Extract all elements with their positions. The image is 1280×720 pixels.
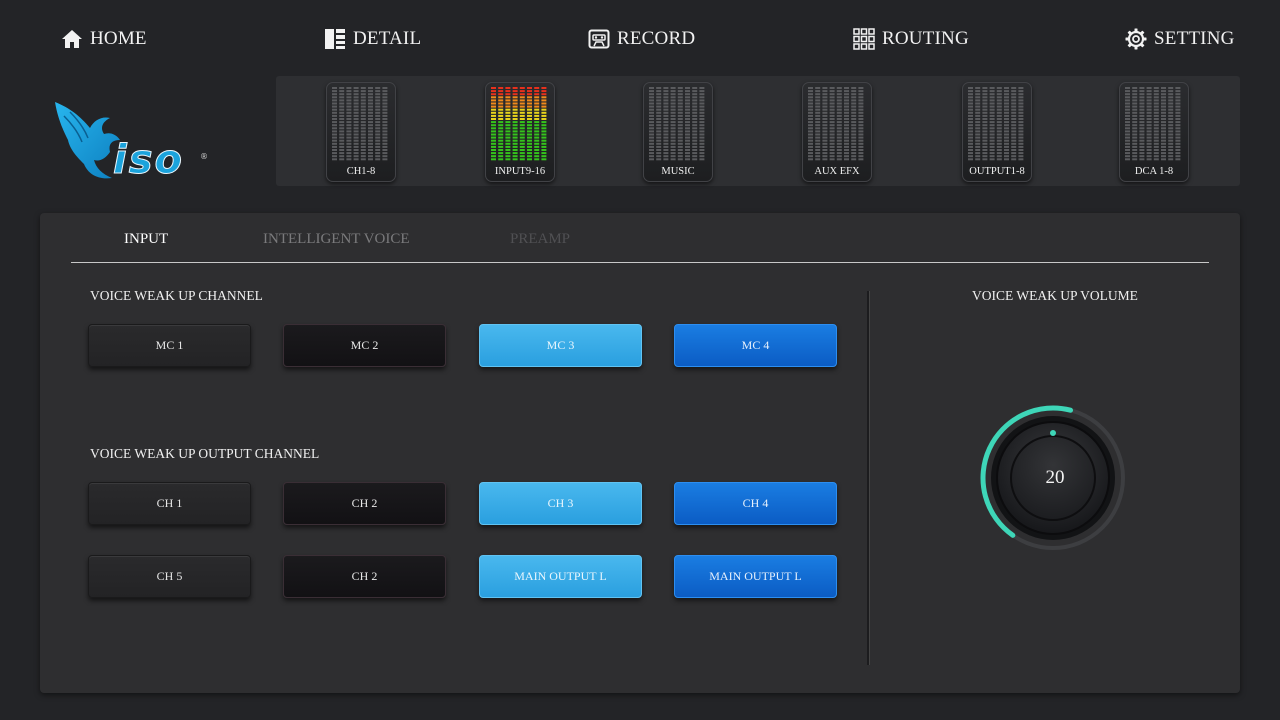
meter-label: CH1-8 bbox=[346, 166, 376, 177]
nav-setting[interactable]: SETTING bbox=[1124, 22, 1235, 56]
nav-setting-label: SETTING bbox=[1154, 28, 1235, 49]
home-icon bbox=[60, 27, 84, 51]
panel-divider bbox=[867, 291, 870, 665]
meter-output1-8[interactable]: OUTPUT1-8 bbox=[962, 82, 1032, 182]
logo-text: iso bbox=[113, 137, 184, 183]
tab-input[interactable]: INPUT bbox=[124, 231, 168, 248]
brand-logo: iso ® bbox=[50, 98, 215, 190]
nav-detail[interactable]: DETAIL bbox=[323, 22, 421, 56]
meter-bars bbox=[808, 87, 864, 161]
ch2-second-button[interactable]: CH 2 bbox=[283, 555, 446, 598]
meter-label: DCA 1-8 bbox=[1134, 166, 1174, 177]
meter-bars bbox=[332, 87, 388, 161]
nav-routing[interactable]: ROUTING bbox=[852, 22, 969, 56]
ch4-button[interactable]: CH 4 bbox=[674, 482, 837, 525]
main-output-l-button[interactable]: MAIN OUTPUT L bbox=[479, 555, 642, 598]
section-wakeup-volume: VOICE WEAK UP VOLUME bbox=[972, 288, 1138, 303]
tab-intelligent-voice[interactable]: INTELLIGENT VOICE bbox=[263, 231, 410, 248]
ch1-button[interactable]: CH 1 bbox=[88, 482, 251, 525]
mc4-button[interactable]: MC 4 bbox=[674, 324, 837, 367]
nav-record[interactable]: RECORD bbox=[587, 22, 695, 56]
meter-bars bbox=[649, 87, 705, 161]
volume-knob[interactable]: 20 bbox=[975, 398, 1135, 558]
knob-indicator-dot bbox=[1050, 430, 1056, 436]
meter-bars bbox=[1125, 87, 1181, 161]
nav-detail-label: DETAIL bbox=[353, 28, 422, 49]
cassette-icon bbox=[587, 27, 611, 51]
logo-trademark: ® bbox=[200, 152, 208, 161]
meter-label: INPUT9-16 bbox=[494, 166, 546, 177]
meter-aux-efx[interactable]: AUX EFX bbox=[802, 82, 872, 182]
mc3-button[interactable]: MC 3 bbox=[479, 324, 642, 367]
nav-home[interactable]: HOME bbox=[60, 22, 147, 56]
meter-strip: CH1-8 INPUT9-16 MUSIC AUX EFX OUTPUT1-8 … bbox=[276, 76, 1240, 186]
tab-underline bbox=[71, 262, 1209, 263]
ch3-button[interactable]: CH 3 bbox=[479, 482, 642, 525]
meter-input9-16[interactable]: INPUT9-16 bbox=[485, 82, 555, 182]
tab-preamp[interactable]: PREAMP bbox=[510, 231, 570, 248]
top-nav: HOME DETAIL RECORD ROUTING SETTING bbox=[0, 22, 1280, 56]
meter-label: OUTPUT1-8 bbox=[969, 166, 1025, 177]
nav-routing-label: ROUTING bbox=[882, 28, 969, 49]
ch2-button[interactable]: CH 2 bbox=[283, 482, 446, 525]
main-panel: INPUT INTELLIGENT VOICE PREAMP VOICE WEA… bbox=[40, 213, 1240, 693]
meter-dca1-8[interactable]: DCA 1-8 bbox=[1119, 82, 1189, 182]
meter-bars bbox=[491, 87, 547, 161]
main-output-l-second-button[interactable]: MAIN OUTPUT L bbox=[674, 555, 837, 598]
mc1-button[interactable]: MC 1 bbox=[88, 324, 251, 367]
meter-ch1-8[interactable]: CH1-8 bbox=[326, 82, 396, 182]
nav-record-label: RECORD bbox=[617, 28, 696, 49]
grid-layout-icon bbox=[323, 27, 347, 51]
routing-grid-icon bbox=[852, 27, 876, 51]
meter-bars bbox=[968, 87, 1024, 161]
meter-music[interactable]: MUSIC bbox=[643, 82, 713, 182]
meter-label: MUSIC bbox=[661, 166, 695, 177]
nav-home-label: HOME bbox=[90, 28, 147, 49]
gear-icon bbox=[1124, 27, 1148, 51]
meter-label: AUX EFX bbox=[814, 166, 860, 177]
section-wakeup-channel: VOICE WEAK UP CHANNEL bbox=[90, 288, 263, 303]
mc2-button[interactable]: MC 2 bbox=[283, 324, 446, 367]
section-wakeup-output: VOICE WEAK UP OUTPUT CHANNEL bbox=[90, 446, 320, 461]
ch5-button[interactable]: CH 5 bbox=[88, 555, 251, 598]
